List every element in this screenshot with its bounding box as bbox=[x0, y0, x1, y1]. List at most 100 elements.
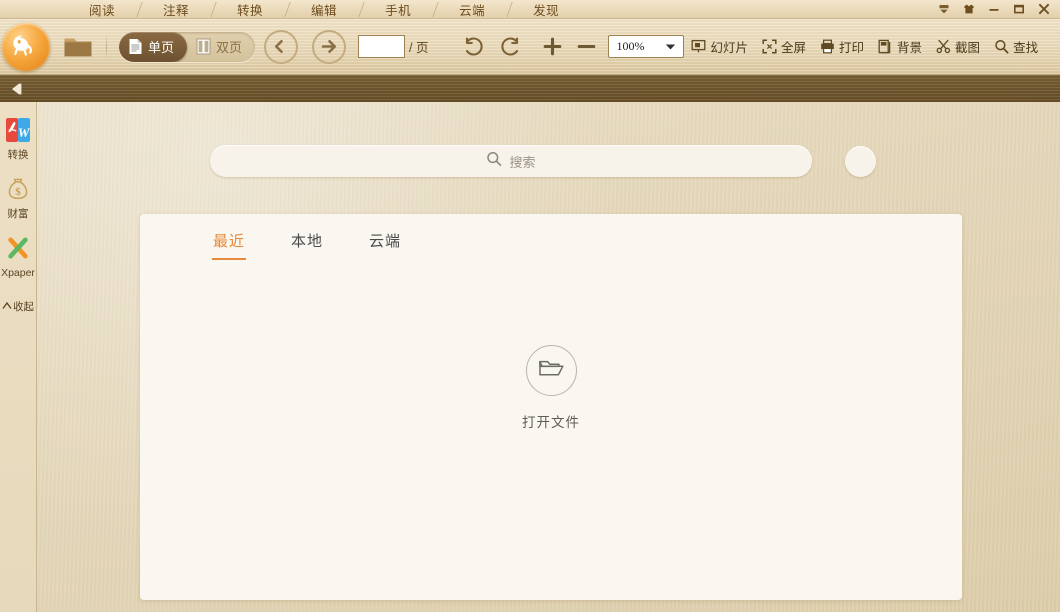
menu-divider bbox=[428, 0, 442, 19]
add-file-button[interactable] bbox=[845, 146, 876, 177]
svg-text:W: W bbox=[18, 125, 30, 140]
arrow-right-icon bbox=[320, 37, 339, 56]
search-input[interactable]: 搜索 bbox=[210, 145, 812, 177]
maximize-icon[interactable] bbox=[1012, 2, 1026, 16]
empty-state: 打开文件 bbox=[140, 345, 962, 431]
screenshot-button[interactable]: 截图 bbox=[929, 32, 987, 62]
slideshow-label: 幻灯片 bbox=[710, 37, 748, 56]
redo-button[interactable] bbox=[496, 32, 524, 62]
folder-open-icon bbox=[538, 356, 565, 385]
collapse-left-icon[interactable] bbox=[0, 75, 38, 102]
menu-divider bbox=[502, 0, 516, 19]
pdf-to-word-icon: W bbox=[6, 118, 30, 147]
menubar-logo-spacer bbox=[0, 0, 72, 18]
sidebar-item-wealth[interactable]: $ 财富 bbox=[0, 177, 37, 220]
single-page-icon bbox=[128, 38, 143, 55]
fullscreen-label: 全屏 bbox=[781, 37, 806, 56]
menu-tab-edit-label: 编辑 bbox=[311, 0, 337, 19]
sidebar-item-convert-label: 转换 bbox=[8, 149, 29, 161]
next-page-button[interactable] bbox=[312, 30, 346, 64]
menu-tab-convert[interactable]: 转换 bbox=[220, 0, 280, 19]
search-icon bbox=[486, 151, 502, 172]
fullscreen-button[interactable]: 全屏 bbox=[755, 32, 813, 62]
search-icon bbox=[994, 39, 1009, 54]
tab-cloud[interactable]: 云端 bbox=[369, 230, 401, 260]
minimize-icon[interactable] bbox=[987, 2, 1001, 16]
chevron-down-icon[interactable] bbox=[937, 2, 951, 16]
undo-button[interactable] bbox=[460, 32, 488, 62]
menu-tab-convert-label: 转换 bbox=[237, 0, 263, 19]
menu-bar: 阅读 注释 转换 编辑 手机 云端 发现 bbox=[0, 0, 1060, 19]
single-page-label: 单页 bbox=[148, 37, 174, 56]
print-button[interactable]: 打印 bbox=[813, 32, 871, 62]
menu-tab-read[interactable]: 阅读 bbox=[72, 0, 132, 19]
background-label: 背景 bbox=[897, 37, 922, 56]
toolbar-divider bbox=[106, 34, 107, 60]
menu-tab-discover[interactable]: 发现 bbox=[516, 0, 576, 19]
chevron-down-icon bbox=[665, 39, 676, 54]
close-icon[interactable] bbox=[1037, 2, 1051, 16]
previous-page-button[interactable] bbox=[264, 30, 298, 64]
find-button[interactable]: 查找 bbox=[987, 32, 1045, 62]
window-controls bbox=[937, 2, 1060, 16]
screenshot-label: 截图 bbox=[955, 37, 980, 56]
menu-tab-discover-label: 发现 bbox=[533, 0, 559, 19]
search-row: 搜索 bbox=[210, 143, 940, 179]
elephant-logo[interactable] bbox=[2, 23, 50, 71]
xpaper-x-icon bbox=[6, 236, 30, 265]
double-page-button[interactable]: 双页 bbox=[187, 32, 255, 62]
menu-divider bbox=[132, 0, 146, 19]
sidebar-item-xpaper[interactable]: Xpaper bbox=[0, 236, 37, 279]
sidebar-collapse-label: 收起 bbox=[13, 299, 34, 314]
zoom-level-select[interactable]: 100% bbox=[608, 35, 684, 58]
tab-cloud-label: 云端 bbox=[369, 233, 401, 250]
menu-divider bbox=[206, 0, 220, 19]
menu-tab-annotate[interactable]: 注释 bbox=[146, 0, 206, 19]
file-browser-tabs: 最近 本地 云端 bbox=[140, 214, 962, 260]
menu-tab-edit[interactable]: 编辑 bbox=[294, 0, 354, 19]
single-page-button[interactable]: 单页 bbox=[119, 32, 187, 62]
slideshow-button[interactable]: 幻灯片 bbox=[684, 32, 755, 62]
workspace: 搜索 最近 本地 云端 bbox=[37, 102, 1060, 612]
fullscreen-icon bbox=[762, 39, 777, 54]
redo-icon bbox=[499, 37, 521, 57]
tab-local[interactable]: 本地 bbox=[291, 230, 323, 260]
tab-recent-label: 最近 bbox=[213, 233, 245, 250]
svg-text:$: $ bbox=[15, 186, 21, 198]
minus-icon bbox=[577, 37, 596, 56]
tab-recent[interactable]: 最近 bbox=[213, 230, 245, 260]
double-page-icon bbox=[196, 38, 211, 55]
slideshow-icon bbox=[691, 39, 706, 54]
application-window: 阅读 注释 转换 编辑 手机 云端 发现 bbox=[0, 0, 1060, 612]
page-number-input[interactable] bbox=[358, 35, 405, 58]
open-file-circle-button[interactable] bbox=[526, 345, 577, 396]
sidebar-item-xpaper-label: Xpaper bbox=[1, 267, 35, 279]
sidebar-item-convert[interactable]: W 转换 bbox=[0, 118, 37, 161]
zoom-out-button[interactable] bbox=[572, 32, 600, 62]
menu-tab-mobile-label: 手机 bbox=[385, 0, 411, 19]
menu-divider bbox=[354, 0, 368, 19]
find-label: 查找 bbox=[1013, 37, 1038, 56]
main-toolbar: 单页 双页 / 页 bbox=[0, 19, 1060, 75]
left-sidebar: W 转换 $ 财富 Xpape bbox=[0, 102, 37, 612]
menu-tab-read-label: 阅读 bbox=[89, 0, 115, 19]
shirt-icon[interactable] bbox=[962, 2, 976, 16]
printer-icon bbox=[820, 39, 835, 54]
double-page-label: 双页 bbox=[216, 37, 242, 56]
menu-divider bbox=[280, 0, 294, 19]
sidebar-collapse-button[interactable]: 收起 bbox=[0, 299, 37, 314]
background-button[interactable]: 背景 bbox=[871, 32, 929, 62]
open-file-button[interactable] bbox=[58, 29, 98, 65]
arrow-left-icon bbox=[272, 37, 291, 56]
zoom-in-button[interactable] bbox=[538, 32, 566, 62]
open-file-label[interactable]: 打开文件 bbox=[522, 411, 580, 431]
file-browser-card: 最近 本地 云端 打开文件 bbox=[140, 214, 962, 600]
page-total-label: / 页 bbox=[409, 37, 428, 56]
menu-tab-cloud[interactable]: 云端 bbox=[442, 0, 502, 19]
page-mode-toggle-group: 单页 双页 bbox=[119, 32, 255, 62]
print-label: 打印 bbox=[839, 37, 864, 56]
menu-tab-cloud-label: 云端 bbox=[459, 0, 485, 19]
background-icon bbox=[878, 39, 893, 54]
menu-tab-mobile[interactable]: 手机 bbox=[368, 0, 428, 19]
chevron-up-icon bbox=[2, 301, 12, 313]
